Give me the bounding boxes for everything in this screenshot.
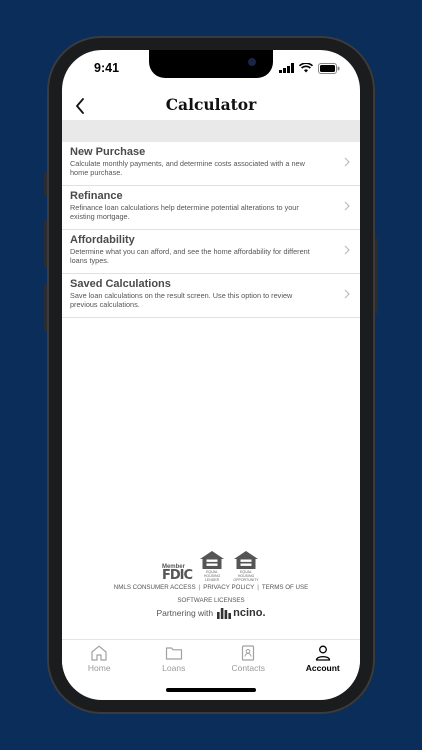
equal-housing-lender-logo: EQUAL HOUSING LENDER <box>198 550 226 582</box>
power-button <box>375 238 378 314</box>
item-title: Saved Calculations <box>70 278 171 290</box>
ehl-caption: EQUAL HOUSING LENDER <box>203 570 221 582</box>
software-licenses-link[interactable]: SOFTWARE LICENSES <box>62 597 360 604</box>
camera-icon <box>248 58 256 66</box>
battery-icon <box>318 62 340 74</box>
status-time: 9:41 <box>94 61 120 75</box>
item-title: New Purchase <box>70 146 146 158</box>
tab-label: Contacts <box>231 663 266 673</box>
partner-line: Partnering with ncino. <box>62 607 360 619</box>
tab-label: Account <box>305 663 340 673</box>
notch <box>149 50 273 78</box>
item-title: Refinance <box>70 190 123 202</box>
volume-down-button <box>44 284 47 332</box>
item-title: Affordability <box>70 234 135 246</box>
chevron-right-icon <box>344 289 350 299</box>
tab-bar: Home Loans Contacts Account <box>62 639 360 680</box>
mute-switch <box>44 172 47 196</box>
separator: | <box>198 584 201 591</box>
footer-links: NMLS CONSUMER ACCESS | PRIVACY POLICY | TERM… <box>62 584 360 591</box>
separator: | <box>257 584 259 591</box>
list-item-saved-calculations[interactable]: Saved Calculations Save loan calculation… <box>62 274 360 318</box>
tab-contacts[interactable]: Contacts <box>211 640 286 680</box>
terms-of-use-link[interactable]: TERMS OF USE <box>262 584 308 591</box>
list-item-refinance[interactable]: Refinance Refinance loan calculations he… <box>62 186 360 230</box>
compliance-logos: Member FDIC EQUAL HOUSING LENDER EQUAL H… <box>62 550 360 582</box>
folder-icon <box>165 647 182 660</box>
partner-text: Partnering with <box>156 608 214 618</box>
fdic-logo: Member FDIC <box>161 564 193 583</box>
eho-caption: EQUAL HOUSING OPPORTUNITY <box>233 570 259 582</box>
tab-home[interactable]: Home <box>62 640 137 680</box>
item-description: Determine what you can afford, and see t… <box>70 247 310 265</box>
list-item-new-purchase[interactable]: New Purchase Calculate monthly payments,… <box>62 142 360 186</box>
list-item-affordability[interactable]: Affordability Determine what you can aff… <box>62 230 360 274</box>
ncino-bars-icon <box>217 607 232 619</box>
home-indicator[interactable] <box>166 688 256 692</box>
equal-housing-icon <box>234 551 259 569</box>
chevron-right-icon <box>344 245 350 255</box>
fdic-text: FDIC <box>161 568 193 583</box>
contact-book-icon <box>242 645 255 661</box>
signal-icon <box>279 63 294 73</box>
item-description: Calculate monthly payments, and determin… <box>70 159 305 177</box>
nav-header: Calculator <box>62 92 360 120</box>
tab-label: Loans <box>162 663 186 673</box>
status-icons <box>279 62 340 74</box>
chevron-right-icon <box>344 157 350 167</box>
page-title: Calculator <box>165 95 257 114</box>
app-screen: 9:41 Calculator New Purchase Calculate m… <box>62 50 360 700</box>
home-icon <box>91 645 107 661</box>
tab-account[interactable]: Account <box>286 640 361 680</box>
volume-up-button <box>44 220 47 268</box>
chevron-right-icon <box>344 201 350 211</box>
privacy-policy-link[interactable]: PRIVACY POLICY <box>203 584 254 591</box>
tab-label: Home <box>87 663 111 673</box>
equal-housing-icon <box>200 551 225 569</box>
item-description: Refinance loan calculations help determi… <box>70 203 299 221</box>
nmls-link[interactable]: NMLS CONSUMER ACCESS <box>114 584 196 591</box>
calculator-list: New Purchase Calculate monthly payments,… <box>62 142 360 318</box>
wifi-icon <box>299 63 313 73</box>
ncino-text: ncino. <box>233 607 266 619</box>
person-icon <box>315 645 330 661</box>
ncino-logo: ncino. <box>217 607 266 619</box>
item-description: Save loan calculations on the result scr… <box>70 291 293 309</box>
equal-housing-opportunity-logo: EQUAL HOUSING OPPORTUNITY <box>232 550 260 582</box>
tab-loans[interactable]: Loans <box>137 640 212 680</box>
section-header-band <box>62 120 360 142</box>
